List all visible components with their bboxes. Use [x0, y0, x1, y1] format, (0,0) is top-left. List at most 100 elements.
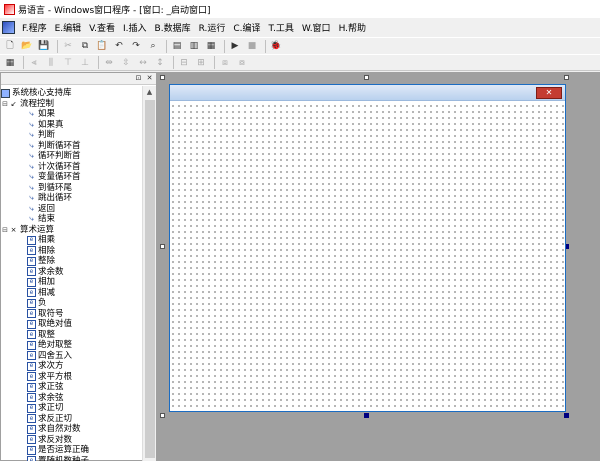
menu-insert[interactable]: I.插入 — [119, 21, 151, 34]
undo-icon[interactable]: ↶ — [112, 40, 126, 53]
tree-item[interactable]: e 是否运算正确 — [1, 445, 143, 456]
align-middle-icon[interactable]: ⊥ — [78, 56, 92, 69]
resize-handle[interactable] — [160, 244, 165, 249]
resize-handle[interactable] — [160, 413, 165, 418]
tree-item[interactable]: ⤷ 变量循环首 — [1, 172, 143, 183]
tree-item[interactable]: e 取符号 — [1, 309, 143, 320]
tree-item[interactable]: e 相减 — [1, 288, 143, 299]
tree-item[interactable]: ⤷ 如果真 — [1, 120, 143, 131]
tree-item[interactable]: e 求余数 — [1, 267, 143, 278]
tree-item[interactable]: e负 — [1, 298, 143, 309]
tree-item[interactable]: ⤷ 到循环尾 — [1, 183, 143, 194]
menu-view[interactable]: V.查看 — [85, 21, 119, 34]
menu-bar: F.程序 E.编辑 V.查看 I.插入 B.数据库 R.运行 C.编译 T.工具… — [0, 18, 600, 37]
panel-layout-icon[interactable]: ▥ — [187, 40, 201, 53]
grid-icon[interactable]: ▦ — [3, 56, 17, 69]
command-icon: e — [27, 456, 36, 461]
menu-tools[interactable]: T.工具 — [265, 21, 298, 34]
save-icon[interactable]: 💾 — [37, 40, 51, 53]
bring-front-icon[interactable]: ⧈ — [218, 56, 232, 69]
menu-window[interactable]: W.窗口 — [298, 21, 335, 34]
center-v-icon[interactable]: ⊞ — [194, 56, 208, 69]
support-library-panel: ⊡ ✕ 系统核心支持库 ⊟ ↙ 流程控制 ⤷ 如果 ⤷ 如果真 ⤷ 判断 ⤷ 判断循环首 ⤷ 循环判断首… — [0, 72, 157, 461]
stop-icon[interactable]: ■ — [245, 40, 259, 53]
tree-item[interactable]: e 绝对取整 — [1, 340, 143, 351]
scroll-thumb[interactable] — [145, 100, 155, 458]
tree-item[interactable]: ⤷ 计次循环首 — [1, 162, 143, 173]
flow-command-icon: ⤷ — [29, 193, 34, 202]
close-icon[interactable]: ✕ — [536, 87, 562, 99]
space-vertical-icon[interactable]: ⇳ — [119, 56, 133, 69]
tree-item[interactable]: e 相加 — [1, 277, 143, 288]
tree-item-label: 置随机数种子 — [38, 455, 90, 461]
tree-item[interactable]: e 求自然对数 — [1, 424, 143, 435]
tree-item[interactable]: e 求平方根 — [1, 372, 143, 383]
collapse-icon[interactable]: ⊟ — [1, 225, 9, 236]
copy-icon[interactable]: ⧉ — [78, 40, 92, 53]
scroll-up-icon[interactable]: ▲ — [143, 86, 156, 98]
tree-item[interactable]: ⤷ 判断循环首 — [1, 141, 143, 152]
command-icon: e — [27, 235, 36, 245]
tree-item[interactable]: e 取整 — [1, 330, 143, 341]
window-layout-icon[interactable]: ▤ — [170, 40, 184, 53]
tree-item[interactable]: e 取绝对值 — [1, 319, 143, 330]
center-h-icon[interactable]: ⊟ — [177, 56, 191, 69]
resize-handle[interactable] — [564, 413, 569, 418]
tree-item[interactable]: e 置随机数种子 — [1, 456, 143, 461]
form-title-bar[interactable]: ✕ — [170, 85, 565, 101]
tree-item[interactable]: e 求次方 — [1, 361, 143, 372]
menu-database[interactable]: B.数据库 — [151, 21, 195, 34]
tree-item[interactable]: e 相除 — [1, 246, 143, 257]
menu-help[interactable]: H.帮助 — [335, 21, 370, 34]
space-horizontal-icon[interactable]: ⇹ — [102, 56, 116, 69]
resize-handle[interactable] — [364, 413, 369, 418]
command-icon: e — [27, 267, 36, 277]
menu-compile[interactable]: C.编译 — [229, 21, 264, 34]
tree-group[interactable]: ⊟ ↙ 流程控制 — [1, 99, 143, 110]
menu-program[interactable]: F.程序 — [18, 21, 51, 34]
run-icon[interactable]: ▶ — [228, 40, 242, 53]
tree-root-label: 系统核心支持库 — [12, 88, 72, 98]
new-file-icon[interactable]: 🗋 — [3, 40, 17, 53]
cut-icon[interactable]: ✂ — [61, 40, 75, 53]
redo-icon[interactable]: ↷ — [129, 40, 143, 53]
tree-item[interactable]: e 求正切 — [1, 403, 143, 414]
tree-group[interactable]: ⊟ × 算术运算 — [1, 225, 143, 236]
tree-item[interactable]: e 整除 — [1, 256, 143, 267]
align-top-icon[interactable]: ⊤ — [61, 56, 75, 69]
tree-item[interactable]: ⤷ 循环判断首 — [1, 151, 143, 162]
align-center-icon[interactable]: ⫼ — [44, 56, 58, 69]
tree-root[interactable]: 系统核心支持库 — [1, 88, 143, 99]
tree-item[interactable]: ⤷ 跳出循环 — [1, 193, 143, 204]
resize-handle[interactable] — [364, 75, 369, 80]
tree-item[interactable]: e 求余弦 — [1, 393, 143, 404]
collapse-icon[interactable]: ⊟ — [1, 99, 9, 110]
tree-item[interactable]: ⤷ 判断 — [1, 130, 143, 141]
grid-layout-icon[interactable]: ▦ — [204, 40, 218, 53]
tree-item[interactable]: e 相乘 — [1, 235, 143, 246]
menu-edit[interactable]: E.编辑 — [51, 21, 86, 34]
panel-close-icon[interactable]: ✕ — [145, 74, 154, 83]
open-folder-icon[interactable]: 📂 — [20, 40, 34, 53]
tree-item[interactable]: ⤷ 返回 — [1, 204, 143, 215]
find-icon[interactable]: ⌕ — [146, 40, 160, 53]
separator — [23, 56, 24, 69]
vertical-scrollbar[interactable]: ▲ — [142, 86, 156, 461]
resize-handle[interactable] — [564, 75, 569, 80]
menu-run[interactable]: R.运行 — [195, 21, 230, 34]
tree-item[interactable]: ⤷ 结束 — [1, 214, 143, 225]
startup-window-form[interactable]: ✕ — [169, 84, 566, 412]
paste-icon[interactable]: 📋 — [95, 40, 109, 53]
same-width-icon[interactable]: ↔ — [136, 56, 150, 69]
tree-item[interactable]: e 四舍五入 — [1, 351, 143, 362]
align-left-icon[interactable]: ⫷ — [27, 56, 41, 69]
tree-item[interactable]: ⤷ 如果 — [1, 109, 143, 120]
tree-item[interactable]: e 求正弦 — [1, 382, 143, 393]
same-height-icon[interactable]: ↕ — [153, 56, 167, 69]
debug-icon[interactable]: 🐞 — [269, 40, 283, 53]
panel-pin-icon[interactable]: ⊡ — [134, 74, 143, 83]
resize-handle[interactable] — [160, 75, 165, 80]
send-back-icon[interactable]: ⧇ — [235, 56, 249, 69]
tree-item[interactable]: e 求反对数 — [1, 435, 143, 446]
tree-item[interactable]: e 求反正切 — [1, 414, 143, 425]
